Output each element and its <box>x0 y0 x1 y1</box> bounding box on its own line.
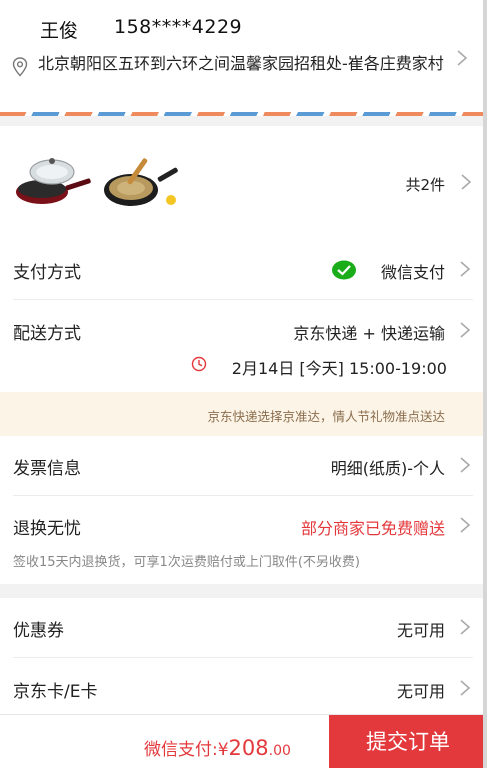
total-decimal: .00 <box>268 743 291 759</box>
chevron-right-icon <box>460 457 471 473</box>
total-integer: 208 <box>228 736 269 760</box>
delivery-method-value: 京东快递 + 快递运输 <box>293 324 445 343</box>
airmail-stripe-divider <box>0 112 487 116</box>
delivery-time-slot[interactable]: 2月14日 [今天] 15:00-19:00 <box>232 355 447 379</box>
chevron-right-icon <box>460 680 471 696</box>
delivery-notice-banner: 京东快递选择京准达，情人节礼物准点送达 <box>0 392 487 436</box>
jdcard-value: 无可用 <box>396 682 445 701</box>
checkout-bar: 微信支付:¥208.00 提交订单 <box>0 714 487 768</box>
coupon-label: 优惠券 <box>13 621 64 641</box>
submit-order-button[interactable]: 提交订单 <box>329 715 487 768</box>
payment-method-label: 支付方式 <box>13 263 81 283</box>
invoice-row[interactable]: 发票信息 明细(纸质)-个人 <box>13 436 473 496</box>
invoice-label: 发票信息 <box>13 459 81 479</box>
chevron-right-icon <box>457 50 468 66</box>
red-frying-pan-image <box>16 158 91 204</box>
payment-method-value: 微信支付 <box>380 263 445 282</box>
delivery-method-label: 配送方式 <box>13 324 81 344</box>
chevron-right-icon <box>460 619 471 635</box>
scrollbar[interactable] <box>483 0 487 768</box>
coupon-value: 无可用 <box>396 621 445 640</box>
product-list[interactable]: 共2件 <box>0 126 487 240</box>
invoice-value: 明细(纸质)-个人 <box>330 459 445 478</box>
returns-label: 退换无忧 <box>13 519 81 539</box>
payment-method-row[interactable]: 支付方式 微信支付 <box>13 240 473 300</box>
address-card[interactable]: 王俊 158****4229 北京朝阳区五环到六环之间温馨家园招租处-崔各庄费家… <box>0 0 487 112</box>
product-count: 共2件 <box>405 176 445 194</box>
chevron-right-icon <box>460 517 471 533</box>
clock-icon <box>191 356 207 372</box>
discount-section: 优惠券 无可用 京东卡/E卡 无可用 <box>0 598 487 714</box>
delivery-method-row[interactable]: 配送方式 京东快递 + 快递运输 <box>13 301 473 361</box>
recipient-name: 王俊 <box>40 20 79 42</box>
returns-row[interactable]: 退换无忧 部分商家已免费赠送 <box>13 496 473 546</box>
black-frying-pan-image <box>104 158 178 206</box>
returns-value: 部分商家已免费赠送 <box>300 519 445 538</box>
wechat-pay-icon <box>332 260 356 280</box>
chevron-right-icon <box>460 322 471 338</box>
order-confirm-page: 王俊 158****4229 北京朝阳区五环到六环之间温馨家园招租处-崔各庄费家… <box>0 0 487 768</box>
jdcard-label: 京东卡/E卡 <box>13 682 98 702</box>
chevron-right-icon <box>461 174 472 190</box>
delivery-notice-text: 京东快递选择京准达，情人节礼物准点送达 <box>207 409 445 424</box>
coupon-row[interactable]: 优惠券 无可用 <box>13 598 473 658</box>
jdcard-row[interactable]: 京东卡/E卡 无可用 <box>13 659 473 719</box>
order-total: 微信支付:¥208.00 <box>144 735 291 760</box>
total-prefix: 微信支付:¥ <box>144 740 229 760</box>
chevron-right-icon <box>460 261 471 277</box>
location-pin-icon <box>12 57 28 77</box>
recipient-phone: 158****4229 <box>114 16 243 38</box>
returns-note: 签收15天内退换货，可享1次运费赔付或上门取件(不另收费) <box>13 555 360 570</box>
address-detail: 北京朝阳区五环到六环之间温馨家园招租处-崔各庄费家村 <box>38 54 444 73</box>
